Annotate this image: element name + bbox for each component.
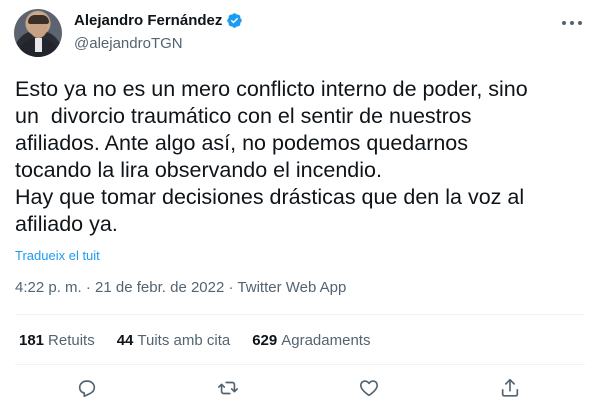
author-name[interactable]: Alejandro Fernández — [74, 12, 222, 29]
likes-label: Agradaments — [281, 332, 371, 349]
action-bar — [0, 375, 600, 405]
avatar-shirt — [35, 38, 42, 52]
tweet-text-line: tocando la lira observando el incendio. — [15, 158, 382, 182]
likes-count: 629 — [252, 332, 278, 349]
reply-icon — [78, 380, 96, 398]
tweet-text-line: Esto ya no es un mero conflicto interno … — [15, 77, 528, 101]
tweet-text-line: Hay que tomar decisiones drásticas que d… — [15, 185, 525, 209]
avatar-hair — [28, 15, 49, 24]
author-name-row[interactable]: Alejandro Fernández — [74, 12, 243, 29]
tweet-source[interactable]: Twitter Web App — [237, 279, 346, 296]
verified-badge-icon — [227, 13, 243, 28]
quotes-stat[interactable]: 44 Tuits amb cita — [117, 332, 231, 349]
retweet-icon — [218, 381, 238, 395]
share-button[interactable] — [497, 375, 523, 401]
tweet-text-line: un divorcio traumático con el sentir de … — [15, 104, 472, 128]
tweet-time[interactable]: 4:22 p. m. — [15, 279, 82, 296]
heart-icon — [360, 380, 378, 397]
avatar[interactable] — [14, 9, 62, 57]
tweet-text-line: afiliados. Ante algo así, no podemos que… — [15, 131, 469, 155]
divider — [15, 314, 585, 315]
retweets-label: Retuits — [48, 332, 95, 349]
tweet-date[interactable]: 21 de febr. de 2022 — [95, 279, 224, 296]
retweets-count: 181 — [19, 332, 45, 349]
meta-separator: · — [85, 279, 96, 296]
reply-button[interactable] — [74, 375, 100, 401]
more-options-icon[interactable] — [560, 13, 584, 33]
tweet-text: Esto ya no es un mero conflicto interno … — [15, 76, 590, 238]
quotes-label: Tuits amb cita — [137, 332, 231, 349]
tweet-text-line: afiliado ya. — [15, 212, 118, 236]
likes-stat[interactable]: 629 Agradaments — [252, 332, 370, 349]
retweets-stat[interactable]: 181 Retuits — [19, 332, 95, 349]
divider — [15, 364, 585, 365]
tweet-meta: 4:22 p. m. · 21 de febr. de 2022 · Twitt… — [15, 279, 346, 296]
tweet-card: Alejandro Fernández @alejandroTGN Esto y… — [0, 0, 600, 417]
translate-tweet-link[interactable]: Tradueix el tuit — [15, 248, 100, 263]
retweet-button[interactable] — [215, 375, 241, 401]
author-handle[interactable]: @alejandroTGN — [74, 35, 183, 52]
like-button[interactable] — [356, 375, 382, 401]
quotes-count: 44 — [116, 332, 134, 349]
share-icon — [501, 378, 519, 397]
engagement-stats: 181 Retuits 44 Tuits amb cita 629 Agradamen… — [19, 332, 370, 349]
